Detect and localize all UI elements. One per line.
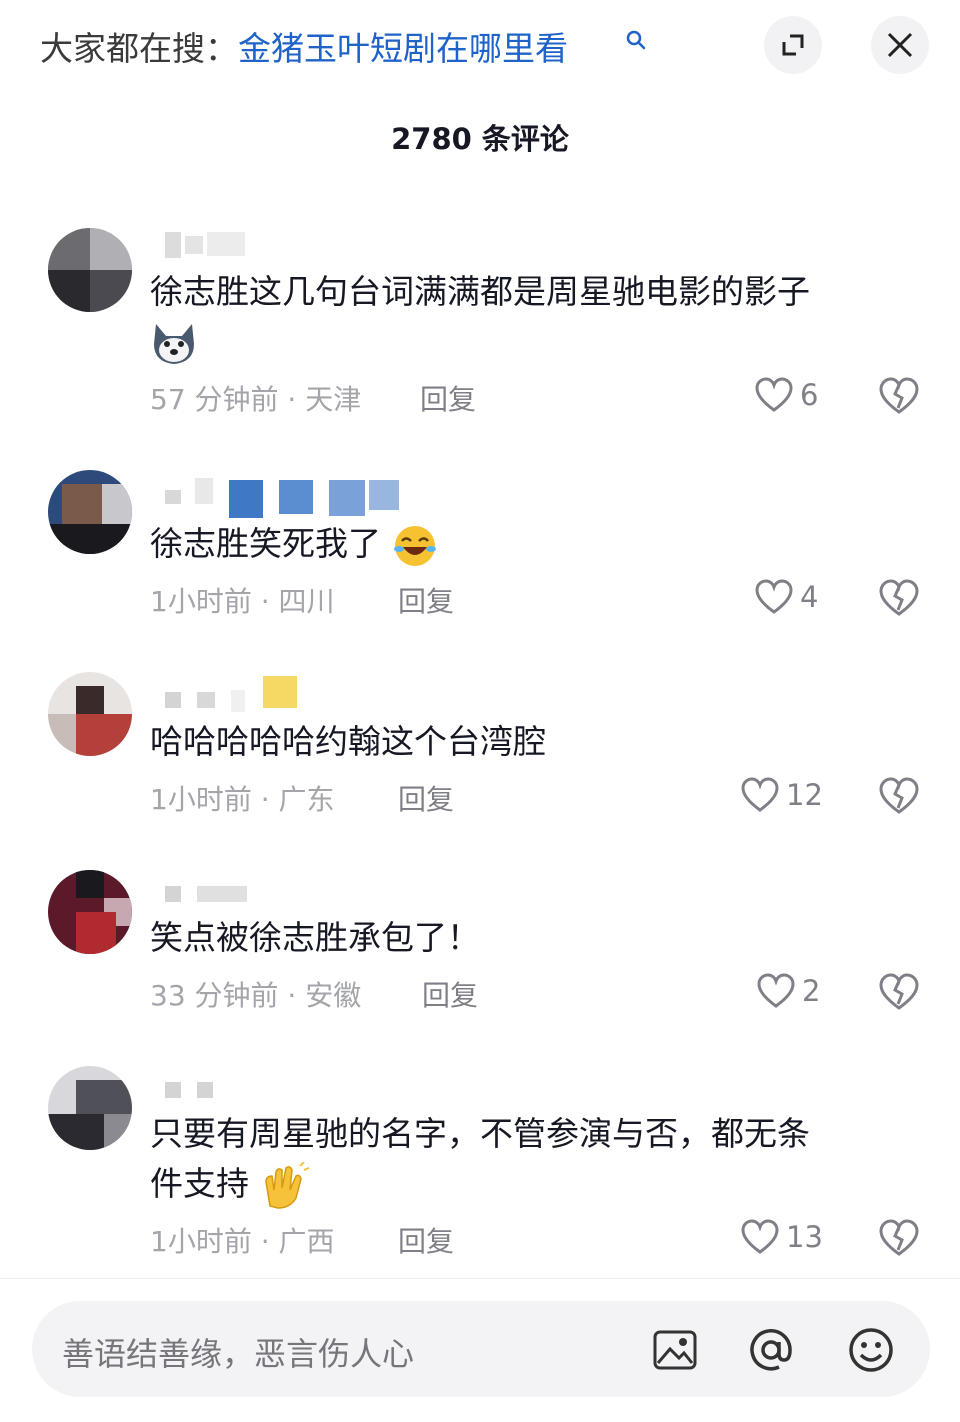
close-icon: [887, 32, 913, 58]
collapse-icon: [782, 34, 804, 56]
comment-time-location: 57 分钟前 · 天津: [150, 383, 362, 416]
heart-icon: [755, 579, 793, 614]
heart-icon: [757, 973, 795, 1008]
heart-icon: [755, 377, 793, 412]
emoji-icon[interactable]: [846, 1325, 896, 1375]
broken-heart-icon[interactable]: [878, 376, 920, 416]
like-count: 4: [800, 580, 819, 614]
heart-icon: [741, 777, 779, 812]
comment-time-location: 1小时前 · 广西: [150, 1225, 335, 1258]
comment-count-title: 2780 条评论: [391, 122, 569, 156]
comment-input-placeholder: 善语结善缘，恶言伤人心: [62, 1335, 415, 1373]
comment-text: 徐志胜这几句台词满满都是周星驰电影的影子: [150, 272, 810, 311]
comment-text: 笑点被徐志胜承包了！: [150, 918, 480, 957]
reply-button[interactable]: 回复: [422, 974, 478, 1014]
image-icon[interactable]: [650, 1325, 700, 1375]
broken-heart-icon[interactable]: [878, 578, 920, 618]
comment-time-location: 1小时前 · 广东: [150, 783, 335, 816]
username-blurred[interactable]: [165, 1078, 225, 1108]
reply-button[interactable]: 回复: [398, 580, 454, 620]
comment-input-bar: 善语结善缘，恶言伤人心: [0, 1278, 960, 1422]
avatar[interactable]: [48, 470, 132, 554]
comment-text-line2: 件支持: [150, 1160, 910, 1210]
avatar[interactable]: [48, 1066, 132, 1150]
reply-button[interactable]: 回复: [420, 378, 476, 418]
like-button[interactable]: 4: [754, 578, 818, 616]
reply-button[interactable]: 回复: [398, 1220, 454, 1260]
trending-search[interactable]: 大家都在搜：金猪玉叶短剧在哪里看: [40, 22, 568, 70]
comment-input[interactable]: 善语结善缘，恶言伤人心: [32, 1301, 930, 1397]
username-blurred[interactable]: [165, 230, 255, 260]
close-button[interactable]: [871, 16, 929, 74]
laughing-emoji: [393, 525, 436, 566]
husky-dog-emoji: [154, 324, 194, 364]
like-count: 2: [802, 974, 821, 1008]
avatar[interactable]: [48, 870, 132, 954]
comment-text: 只要有周星驰的名字，不管参演与否，都无条: [150, 1114, 810, 1153]
broken-heart-icon[interactable]: [878, 1218, 920, 1258]
like-count: 12: [786, 778, 823, 812]
reply-button[interactable]: 回复: [398, 778, 454, 818]
trending-search-label: 大家都在搜：: [40, 29, 238, 68]
clapping-hands-emoji: [264, 1161, 309, 1209]
search-icon[interactable]: [626, 30, 646, 50]
broken-heart-icon[interactable]: [878, 972, 920, 1012]
heart-icon: [741, 1219, 779, 1254]
comment-text: 徐志胜笑死我了: [150, 520, 910, 569]
comment-time-location: 1小时前 · 四川: [150, 585, 335, 618]
broken-heart-icon[interactable]: [878, 776, 920, 816]
username-blurred[interactable]: [165, 476, 405, 518]
like-count: 6: [800, 378, 819, 412]
like-button[interactable]: 2: [756, 972, 820, 1010]
like-button[interactable]: 13: [740, 1218, 823, 1256]
avatar[interactable]: [48, 228, 132, 312]
comment-text: 哈哈哈哈哈约翰这个台湾腔: [150, 722, 546, 761]
trending-search-query[interactable]: 金猪玉叶短剧在哪里看: [238, 29, 568, 68]
header: 大家都在搜：金猪玉叶短剧在哪里看: [0, 0, 960, 100]
collapse-button[interactable]: [764, 16, 822, 74]
username-blurred[interactable]: [165, 676, 305, 712]
comment-time-location: 33 分钟前 · 安徽: [150, 979, 362, 1012]
like-button[interactable]: 12: [740, 776, 823, 814]
avatar[interactable]: [48, 672, 132, 756]
username-blurred[interactable]: [165, 882, 265, 912]
like-count: 13: [786, 1220, 823, 1254]
like-button[interactable]: 6: [754, 376, 818, 414]
at-icon[interactable]: [746, 1325, 796, 1375]
